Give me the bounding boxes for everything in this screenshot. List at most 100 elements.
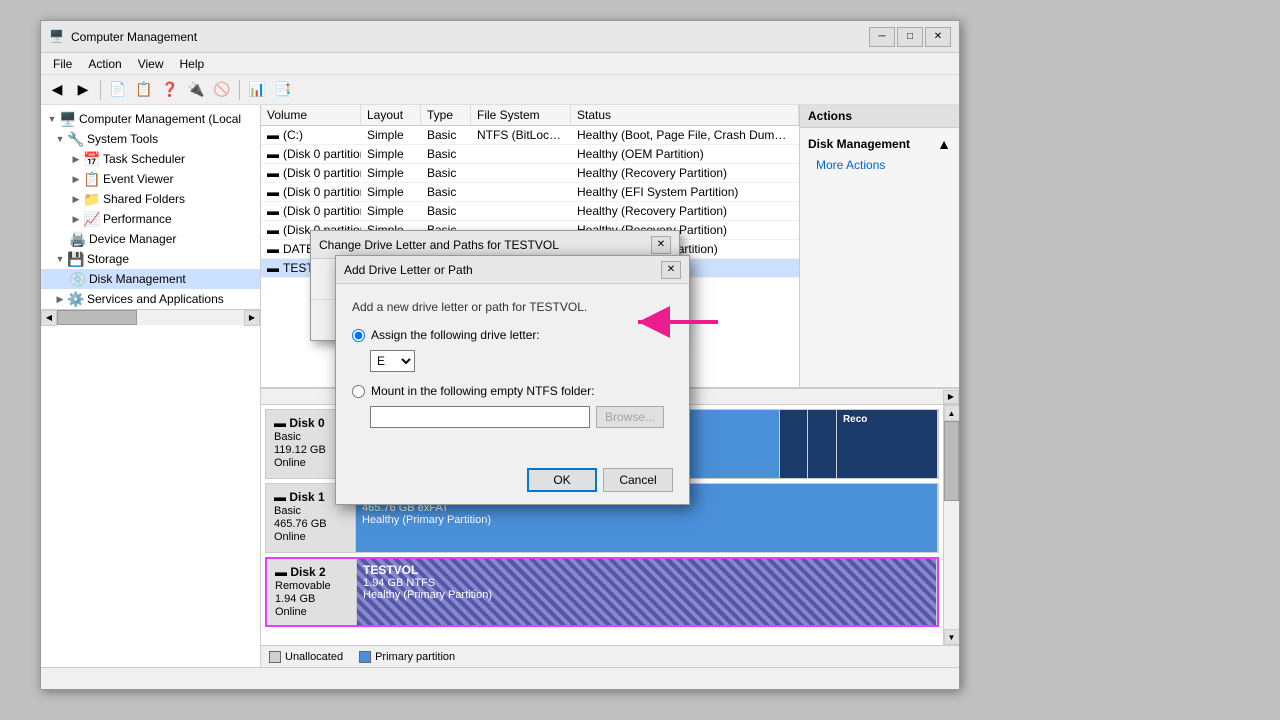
table-row[interactable]: ▬ (Disk 0 partition 6) Simple Basic Heal…: [261, 202, 799, 221]
dialog-fg-cancel[interactable]: Cancel: [603, 468, 673, 492]
tree-item-disk-management[interactable]: 💿 Disk Management: [41, 269, 260, 289]
minimize-button[interactable]: ─: [869, 27, 895, 47]
td-volume-d0p1: ▬ (Disk 0 partition 1): [261, 145, 361, 163]
action-more-actions[interactable]: More Actions: [800, 156, 959, 174]
dialog-bg-close[interactable]: ✕: [651, 236, 671, 254]
menu-help[interactable]: Help: [172, 55, 213, 73]
ntfs-folder-input[interactable]: [370, 406, 590, 428]
actions-collapse-button[interactable]: ▲: [937, 136, 951, 152]
partition-efi[interactable]: [780, 410, 808, 478]
menu-action[interactable]: Action: [80, 55, 129, 73]
disk-type-1: Basic: [274, 505, 347, 517]
up-button[interactable]: 📄: [106, 78, 130, 102]
tree-item-services[interactable]: ▶ ⚙️ Services and Applications: [41, 289, 260, 309]
th-filesystem: File System: [471, 105, 571, 125]
hscroll-track[interactable]: [57, 310, 244, 325]
td-fs: [471, 171, 571, 175]
disk-status-1: Online: [274, 531, 347, 543]
th-layout: Layout: [361, 105, 421, 125]
dialog-fg-ok[interactable]: OK: [527, 468, 597, 492]
partition-oem[interactable]: [808, 410, 836, 478]
toolbar-sep-1: [100, 80, 101, 100]
label-ntfs-folder: Mount in the following empty NTFS folder…: [371, 384, 594, 398]
vscroll-down-btn[interactable]: ▼: [944, 629, 960, 645]
th-volume: Volume: [261, 105, 361, 125]
help-button[interactable]: ❓: [158, 78, 182, 102]
show-hide-button[interactable]: 📋: [132, 78, 156, 102]
tree-item-event-viewer[interactable]: ▶ 📋 Event Viewer: [41, 169, 260, 189]
tree-label-disk-management: Disk Management: [89, 272, 186, 286]
td-volume-d0p2: ▬ (Disk 0 partition 2): [261, 164, 361, 182]
tree-item-storage[interactable]: ▼ 💾 Storage: [41, 249, 260, 269]
table-row[interactable]: ▬ (C:) Simple Basic NTFS (BitLocker Encr…: [261, 126, 799, 145]
table-row[interactable]: ▬ (Disk 0 partition 1) Simple Basic Heal…: [261, 145, 799, 164]
actions-section-title: Disk Management ▲: [800, 132, 959, 156]
task-scheduler-icon: 📅: [83, 151, 99, 167]
tree-root[interactable]: ▼ 🖥️ Computer Management (Local: [41, 109, 260, 129]
th-type: Type: [421, 105, 471, 125]
app-icon: 🖥️: [49, 29, 65, 45]
performance-icon: 📈: [83, 211, 99, 227]
vscroll-up-btn[interactable]: ▲: [944, 405, 960, 421]
export-button[interactable]: 📊: [245, 78, 269, 102]
disconnect-button[interactable]: 🚫: [210, 78, 234, 102]
menu-file[interactable]: File: [45, 55, 80, 73]
tree-toggle-event: ▶: [69, 172, 83, 186]
actions-panel-title: Actions: [800, 105, 959, 128]
disk-size-2: 1.94 GB: [275, 593, 348, 605]
tree-item-shared-folders[interactable]: ▶ 📁 Shared Folders: [41, 189, 260, 209]
hscroll-left[interactable]: ◀: [41, 310, 57, 326]
legend-box-primary: [359, 651, 371, 663]
hscroll-right[interactable]: ▶: [244, 310, 260, 326]
window-controls: ─ □ ✕: [869, 27, 951, 47]
tree-item-device-manager[interactable]: 🖨️ Device Manager: [41, 229, 260, 249]
connect-button[interactable]: 🔌: [184, 78, 208, 102]
tree-toggle-storage: ▼: [53, 252, 67, 266]
td-type: Basic: [421, 164, 471, 182]
forward-button[interactable]: ▶: [71, 78, 95, 102]
td-volume-c: ▬ (C:): [261, 126, 361, 144]
computer-icon: 🖥️: [59, 111, 75, 127]
vscroll-track: [944, 421, 959, 629]
menu-view[interactable]: View: [130, 55, 172, 73]
disk-0-icon: ▬: [274, 416, 286, 430]
disk-management-icon: 💿: [69, 271, 85, 287]
legend-label-unallocated: Unallocated: [285, 651, 343, 663]
browse-button[interactable]: Browse...: [596, 406, 664, 428]
dialog-bg-title: Change Drive Letter and Paths for TESTVO…: [319, 238, 651, 252]
radio-ntfs-folder[interactable]: [352, 385, 365, 398]
partition-name-reco: Reco: [843, 414, 931, 425]
ntfs-folder-row: Browse...: [370, 406, 673, 428]
back-button[interactable]: ◀: [45, 78, 69, 102]
services-icon: ⚙️: [67, 291, 83, 307]
partition-testvol[interactable]: TESTVOL 1.94 GB NTFS Healthy (Primary Pa…: [357, 559, 937, 625]
partition-reco[interactable]: Reco: [837, 410, 938, 478]
th-status: Status: [571, 105, 799, 125]
partition-size-testvol: 1.94 GB NTFS: [363, 577, 930, 589]
dialog-fg-close[interactable]: ✕: [661, 261, 681, 279]
maximize-button[interactable]: □: [897, 27, 923, 47]
drive-letter-select[interactable]: E F G: [370, 350, 415, 372]
tree-item-system-tools[interactable]: ▼ 🔧 System Tools: [41, 129, 260, 149]
tree-item-performance[interactable]: ▶ 📈 Performance: [41, 209, 260, 229]
legend-primary: Primary partition: [359, 651, 455, 663]
hscroll-thumb[interactable]: [57, 310, 137, 325]
disk-info-2: ▬ Disk 2 Removable 1.94 GB Online: [267, 559, 357, 625]
actions-panel: Actions Disk Management ▲ More Actions: [799, 105, 959, 387]
close-button[interactable]: ✕: [925, 27, 951, 47]
tree-toggle-services: ▶: [53, 292, 67, 306]
td-status: Healthy (OEM Partition): [571, 145, 799, 163]
tree-label-performance: Performance: [103, 212, 172, 226]
toolbar-sep-2: [239, 80, 240, 100]
table-row[interactable]: ▬ (Disk 0 partition 2) Simple Basic Heal…: [261, 164, 799, 183]
menu-bar: File Action View Help: [41, 53, 959, 75]
td-type-c: Basic: [421, 126, 471, 144]
tree-item-task-scheduler[interactable]: ▶ 📅 Task Scheduler: [41, 149, 260, 169]
properties-button[interactable]: 📑: [271, 78, 295, 102]
table-row[interactable]: ▬ (Disk 0 partition 3) Simple Basic Heal…: [261, 183, 799, 202]
hscroll-right-btn[interactable]: ▶: [943, 390, 959, 404]
disk-small-icon: ▬: [267, 128, 279, 142]
radio-assign-letter[interactable]: [352, 329, 365, 342]
vscroll-thumb[interactable]: [944, 421, 959, 501]
partition-name-testvol: TESTVOL: [363, 563, 930, 577]
